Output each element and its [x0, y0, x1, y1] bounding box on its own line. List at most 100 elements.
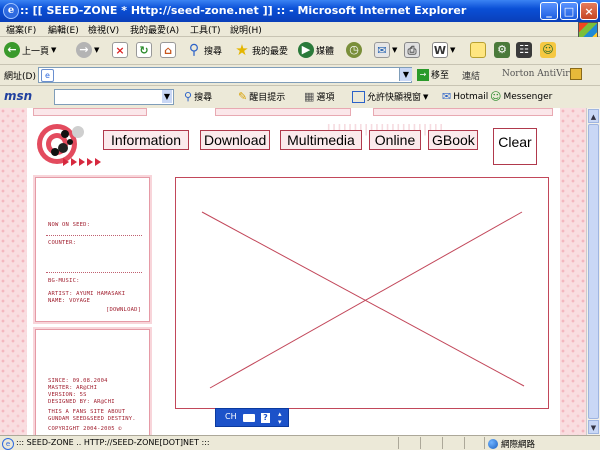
- links-button[interactable]: 連結: [462, 69, 480, 82]
- site-content: |||||||||||||||||||||| Information Downl…: [27, 108, 560, 435]
- address-bar: 網址(D) e ▼ → 移至 連結 Norton AntiVirus: [0, 65, 600, 86]
- langbar-options-icon[interactable]: ▴ ▾: [278, 410, 282, 426]
- msn-search-dropdown-icon[interactable]: ▼: [162, 90, 172, 103]
- search-icon: ⚲: [188, 42, 200, 58]
- address-dropdown-icon[interactable]: ▼: [399, 68, 412, 81]
- mail-button[interactable]: ✉ ▼: [374, 40, 397, 60]
- header-strip: [373, 108, 553, 116]
- menu-help[interactable]: 說明(H): [230, 23, 262, 36]
- nav-gbook-button[interactable]: GBook: [428, 130, 478, 150]
- norton-icon[interactable]: [570, 68, 582, 80]
- highlight-button[interactable]: ✎ 醒目提示: [238, 90, 285, 103]
- main-content-frame[interactable]: [175, 177, 549, 409]
- note-icon[interactable]: [470, 42, 486, 58]
- stop-icon[interactable]: ×: [112, 42, 128, 58]
- norton-antivirus-button[interactable]: Norton AntiVirus: [502, 69, 580, 79]
- song-name-text: NAME: VOYAGE: [48, 298, 91, 304]
- title-bar[interactable]: e :: [[ SEED-ZONE * Http://seed-zone.net…: [0, 0, 600, 22]
- messenger-button[interactable]: ☺ Messenger: [490, 90, 552, 103]
- msn-search-label: 搜尋: [194, 93, 213, 103]
- hotmail-button[interactable]: ✉ Hotmail: [442, 90, 488, 103]
- edit-icon: W: [432, 42, 448, 58]
- minimize-button[interactable]: _: [540, 2, 558, 20]
- forward-dropdown-icon[interactable]: ▼: [94, 46, 99, 54]
- status-separator: [464, 437, 465, 449]
- keyboard-icon[interactable]: [243, 414, 255, 422]
- book-icon[interactable]: ☷: [516, 42, 532, 58]
- menu-view[interactable]: 檢視(V): [88, 23, 119, 36]
- language-indicator[interactable]: CH: [225, 412, 237, 421]
- window-title: :: [[ SEED-ZONE * Http://seed-zone.net ]…: [20, 4, 467, 17]
- back-dropdown-icon[interactable]: ▼: [51, 46, 56, 54]
- scroll-down-icon[interactable]: ▼: [588, 420, 599, 434]
- maximize-button[interactable]: □: [560, 2, 578, 20]
- download-link[interactable]: [DOWNLOAD]: [106, 307, 141, 313]
- bg-music-label: BG-MUSIC:: [48, 278, 80, 284]
- menu-bar: 檔案(F) 編輯(E) 檢視(V) 我的最愛(A) 工具(T) 說明(H): [0, 22, 600, 37]
- nav-multimedia-button[interactable]: Multimedia: [280, 130, 362, 150]
- status-bar: e ::: SEED-ZONE .. HTTP://SEED-ZONE[DOT]…: [0, 435, 600, 450]
- master-text: MASTER: AR@CHI: [48, 385, 98, 391]
- search-icon: ⚲: [184, 90, 193, 103]
- address-input[interactable]: e: [38, 67, 412, 83]
- status-separator: [398, 437, 399, 449]
- close-button[interactable]: ×: [580, 2, 598, 20]
- popup-dropdown-icon[interactable]: ▼: [423, 93, 428, 101]
- vertical-scrollbar[interactable]: ▲ ▼: [586, 108, 600, 435]
- search-button[interactable]: ⚲ 搜尋: [186, 40, 222, 60]
- scroll-up-icon[interactable]: ▲: [588, 109, 599, 123]
- page-status-icon: e: [2, 438, 14, 450]
- hotmail-label: Hotmail: [453, 91, 489, 102]
- nav-download-button[interactable]: Download: [200, 130, 270, 150]
- go-button[interactable]: → 移至: [417, 68, 449, 81]
- about-text-line1: THIS A FANS SITE ABOUT: [48, 409, 126, 415]
- popup-blocker-button[interactable]: 允許快顯視窗 ▼: [352, 90, 428, 103]
- about-text-line2: GUNDAM SEED&SEED DESTINY.: [48, 416, 136, 422]
- missing-content-placeholder-icon: [201, 211, 525, 389]
- messenger-label: Messenger: [503, 91, 553, 102]
- scroll-thumb[interactable]: [588, 124, 599, 419]
- messenger-icon[interactable]: ☺: [540, 42, 556, 58]
- dotted-divider: [46, 272, 142, 273]
- edit-dropdown-icon[interactable]: ▼: [450, 46, 455, 54]
- artist-text: ARTIST: AYUMI HAMASAKI: [48, 291, 126, 297]
- back-button[interactable]: ← 上一頁 ▼: [4, 40, 56, 60]
- popup-label: 允許快顯視窗: [367, 93, 422, 103]
- language-bar[interactable]: CH ? ▴ ▾: [215, 408, 289, 427]
- msn-search-button[interactable]: ⚲ 搜尋: [184, 90, 212, 103]
- help-icon[interactable]: ?: [261, 413, 270, 423]
- since-text: SINCE: 09.08.2004: [48, 378, 108, 384]
- zone-label: 網際網路: [501, 440, 536, 450]
- msn-search-input[interactable]: [54, 89, 174, 105]
- print-icon[interactable]: ⎙: [404, 42, 420, 58]
- options-label: 選項: [316, 93, 335, 103]
- gear-icon[interactable]: ⚙: [494, 42, 510, 58]
- status-separator: [484, 437, 485, 449]
- popup-icon: [352, 90, 365, 103]
- nav-clear-button[interactable]: Clear: [493, 128, 537, 165]
- msn-logo[interactable]: msn: [4, 89, 32, 103]
- security-zone: 網際網路: [488, 438, 535, 450]
- about-sidebar-box: SINCE: 09.08.2004 MASTER: AR@CHI VERSION…: [35, 329, 150, 435]
- nav-information-button[interactable]: Information: [103, 130, 189, 150]
- home-icon[interactable]: ⌂: [160, 42, 176, 58]
- options-button[interactable]: ▦ 選項: [304, 90, 334, 103]
- menu-file[interactable]: 檔案(F): [6, 23, 36, 36]
- history-icon[interactable]: ◷: [346, 42, 362, 58]
- search-label: 搜尋: [204, 46, 223, 57]
- media-icon: ▶: [298, 42, 314, 58]
- forward-button[interactable]: → ▼: [76, 40, 99, 60]
- page-icon: e: [41, 69, 54, 82]
- dotted-divider: [46, 235, 142, 236]
- media-button[interactable]: ▶ 媒體: [298, 40, 334, 60]
- edit-button[interactable]: W ▼: [432, 40, 455, 60]
- favorites-button[interactable]: ★ 我的最愛: [234, 40, 288, 60]
- forward-arrow-icon: →: [76, 42, 92, 58]
- nav-online-button[interactable]: Online: [369, 130, 421, 150]
- menu-favorites[interactable]: 我的最愛(A): [130, 23, 179, 36]
- address-label: 網址(D): [4, 72, 36, 82]
- menu-tools[interactable]: 工具(T): [190, 23, 221, 36]
- refresh-icon[interactable]: ↻: [136, 42, 152, 58]
- mail-dropdown-icon[interactable]: ▼: [392, 46, 397, 54]
- menu-edit[interactable]: 編輯(E): [48, 23, 79, 36]
